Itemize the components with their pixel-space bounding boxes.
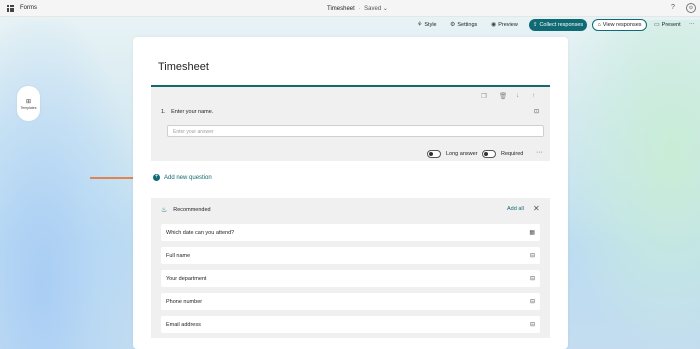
view-responses-label: View responses <box>602 22 642 28</box>
settings-label: Settings <box>457 21 478 28</box>
recommended-item-label: Email address <box>166 322 201 328</box>
recommended-item[interactable]: Your department ⊟ <box>161 270 540 287</box>
more-icon: ··· <box>689 21 695 27</box>
gear-icon: ⚙ <box>450 22 456 28</box>
recommended-item[interactable]: Email address ⊟ <box>161 316 540 333</box>
help-icon[interactable]: ? <box>671 4 675 11</box>
style-label: Style <box>424 21 437 28</box>
present-button[interactable]: ▭ Present <box>654 21 681 29</box>
trash-icon[interactable]: 🗑 <box>499 92 507 100</box>
arrow-up-icon[interactable]: ↑ <box>532 92 535 99</box>
document-title-text: Timesheet <box>327 6 355 12</box>
form-card: Timesheet ❐ 🗑 ↓ ↑ 1. Enter your name. ⊡ … <box>133 37 568 349</box>
form-title[interactable]: Timesheet <box>158 61 209 73</box>
calendar-icon: ▦ <box>529 230 535 236</box>
long-answer-label: Long answer <box>446 151 478 157</box>
recommended-item[interactable]: Which date can you attend? ▦ <box>161 224 540 241</box>
view-responses-button[interactable]: ⌂ View responses <box>592 19 647 31</box>
preview-label: Preview <box>498 21 518 28</box>
lock-icon: ⌂ <box>597 22 601 28</box>
required-label: Required <box>501 151 524 157</box>
question-footer: Long answer Required ··· <box>151 147 550 161</box>
document-title[interactable]: Timesheet · Saved ⌄ <box>327 5 388 12</box>
app-launcher-icon[interactable] <box>7 5 14 12</box>
recommended-header: ♨ Recommended <box>161 206 211 214</box>
templates-button[interactable]: ⊞ Templates <box>17 86 40 121</box>
question-more-icon[interactable]: ··· <box>536 149 543 156</box>
present-label: Present <box>661 21 681 28</box>
style-button[interactable]: ⚘ Style <box>417 21 437 29</box>
recommended-item-label: Full name <box>166 253 191 259</box>
close-icon[interactable]: ✕ <box>533 204 540 213</box>
recommended-item[interactable]: Full name ⊟ <box>161 247 540 264</box>
text-field-icon: ⊟ <box>529 276 535 282</box>
collect-responses-button[interactable]: ⇪ Collect responses <box>529 19 587 31</box>
saved-status: Saved <box>364 6 382 12</box>
present-icon: ▭ <box>654 22 660 28</box>
recommended-panel: ♨ Recommended Add all ✕ Which date can y… <box>151 198 550 338</box>
question-number: 1. <box>161 109 166 115</box>
required-toggle[interactable] <box>482 150 496 158</box>
recommended-item-label: Your department <box>166 276 207 282</box>
app-name[interactable]: Forms <box>20 5 37 11</box>
lightbulb-icon: ♨ <box>161 207 168 214</box>
recommended-item[interactable]: Phone number ⊟ <box>161 293 540 310</box>
palette-icon: ⚘ <box>417 22 423 28</box>
title-separator: · <box>358 6 361 12</box>
question-label[interactable]: 1. Enter your name. <box>161 109 213 115</box>
templates-icon: ⊞ <box>25 98 32 105</box>
app-header: Forms Timesheet · Saved ⌄ ? ⊙ <box>0 0 700 17</box>
avatar[interactable]: ⊙ <box>686 3 696 13</box>
collect-responses-label: Collect responses <box>539 22 584 28</box>
settings-button[interactable]: ⚙ Settings <box>450 21 478 29</box>
templates-label: Templates <box>20 105 37 110</box>
more-options-button[interactable]: ··· <box>689 21 695 27</box>
add-new-question-button[interactable]: + Add new question <box>153 174 212 181</box>
toolbar: ⚘ Style ⚙ Settings ◉ Preview ⇪ Collect r… <box>0 17 700 34</box>
recommended-title: Recommended <box>173 207 211 213</box>
recommended-item-label: Phone number <box>166 299 203 305</box>
image-insert-icon[interactable]: ⊡ <box>534 108 539 115</box>
text-field-icon: ⊟ <box>529 253 535 259</box>
copy-icon[interactable]: ❐ <box>481 92 487 100</box>
share-icon: ⇪ <box>532 22 538 28</box>
recommended-item-label: Which date can you attend? <box>166 230 235 236</box>
background-blob-left <box>0 20 140 349</box>
chevron-down-icon: ⌄ <box>382 6 388 12</box>
arrow-down-icon[interactable]: ↓ <box>516 92 519 99</box>
long-answer-toggle[interactable] <box>427 150 441 158</box>
text-field-icon: ⊟ <box>529 299 535 305</box>
preview-button[interactable]: ◉ Preview <box>491 21 518 29</box>
answer-input[interactable]: Enter your answer <box>167 125 544 137</box>
plus-icon: + <box>153 174 160 181</box>
add-all-button[interactable]: Add all <box>507 206 524 212</box>
question-text: Enter your name. <box>171 109 214 115</box>
text-field-icon: ⊟ <box>529 322 535 328</box>
background-blob-right <box>560 20 700 349</box>
eye-icon: ◉ <box>491 22 497 28</box>
question-card[interactable]: ❐ 🗑 ↓ ↑ 1. Enter your name. ⊡ Enter your… <box>151 87 550 161</box>
add-new-question-label: Add new question <box>164 174 212 181</box>
